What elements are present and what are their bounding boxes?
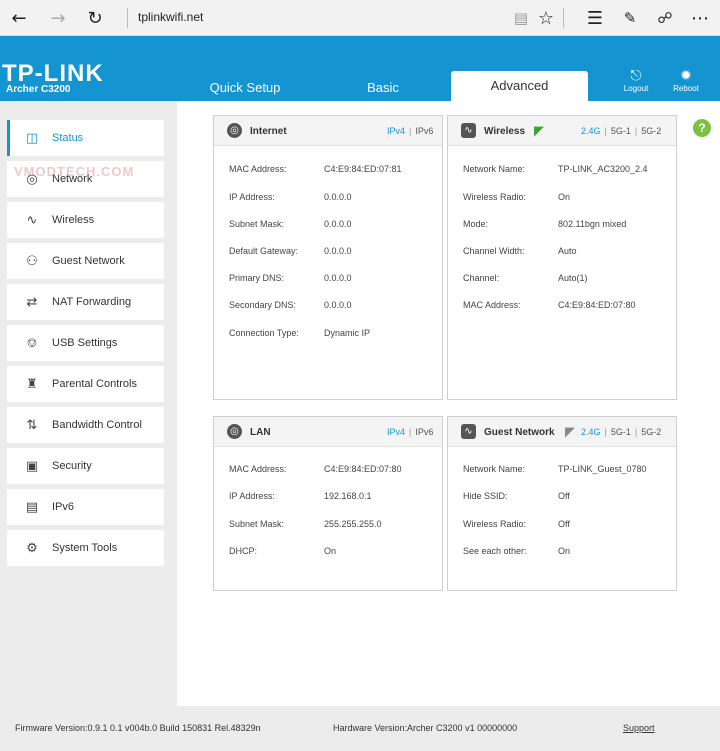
sidebar-item-usb-settings[interactable]: ⎊ USB Settings xyxy=(7,325,164,361)
guest-5g2-tab[interactable]: 5G-2 xyxy=(641,427,661,437)
toolbar-divider xyxy=(127,8,128,28)
sidebar-item-label: Wireless xyxy=(52,214,95,226)
wireless-5g2-tab[interactable]: 5G-2 xyxy=(641,126,661,136)
sidebar-item-guest-network[interactable]: ⚇ Guest Network xyxy=(7,243,164,279)
guest-network-panel: ∿ Guest Network ◤ 2.4G | 5G-1 | 5G-2 Network… xyxy=(447,416,677,591)
reboot-button[interactable]: ✹ Reboot xyxy=(666,68,706,93)
reboot-label: Reboot xyxy=(673,84,699,93)
refresh-icon[interactable]: ↻ xyxy=(84,7,106,29)
sidebar-item-wireless[interactable]: ∿ Wireless xyxy=(7,202,164,238)
guest-network-icon: ∿ xyxy=(461,424,476,439)
share-icon[interactable]: ☍ xyxy=(654,7,676,29)
usb-icon: ⎊ xyxy=(26,335,38,351)
sidebar-item-status[interactable]: ◫ Status xyxy=(7,120,164,156)
internet-ipv4-tab[interactable]: IPv4 xyxy=(387,126,405,136)
parental-icon: ♜ xyxy=(26,376,38,392)
lan-panel: ◎ LAN IPv4 | IPv6 MAC Address: C4:E9:84:ED:… xyxy=(213,416,443,591)
web-note-icon[interactable]: ✎ xyxy=(619,7,641,29)
sidebar-item-nat-forwarding[interactable]: ⇄ NAT Forwarding xyxy=(7,284,164,320)
lan-ipv6-tab[interactable]: IPv6 xyxy=(415,427,433,437)
reading-view-icon[interactable]: ▤ xyxy=(510,7,532,29)
internet-panel-header: ◎ Internet IPv4 | IPv6 xyxy=(214,116,442,146)
reboot-icon: ✹ xyxy=(680,68,692,84)
watermark: VMODTECH.COM xyxy=(14,164,135,179)
toolbar-divider xyxy=(563,8,564,28)
logout-icon: ⎋ xyxy=(630,68,642,84)
hardware-version: Hardware Version:Archer C3200 v1 0000000… xyxy=(333,723,518,733)
more-icon[interactable]: ⋯ xyxy=(689,7,711,29)
tab-quick-setup[interactable]: Quick Setup xyxy=(190,80,300,101)
lan-ipv4-tab[interactable]: IPv4 xyxy=(387,427,405,437)
nat-icon: ⇄ xyxy=(26,294,38,310)
wireless-icon: ∿ xyxy=(461,123,476,138)
help-icon[interactable]: ? xyxy=(693,119,711,137)
wifi-signal-icon: ◤ xyxy=(534,124,544,139)
sidebar-item-parental-controls[interactable]: ♜ Parental Controls xyxy=(7,366,164,402)
favorite-star-icon[interactable]: ☆ xyxy=(535,7,557,29)
sidebar-item-label: USB Settings xyxy=(52,337,118,349)
lan-globe-icon: ◎ xyxy=(227,424,242,439)
internet-panel: ◎ Internet IPv4 | IPv6 MAC Address: C4:E9:8… xyxy=(213,115,443,400)
sidebar-item-system-tools[interactable]: ⚙ System Tools xyxy=(7,530,164,566)
sidebar-item-label: Status xyxy=(52,132,84,144)
sidebar-item-ipv6[interactable]: ▤ IPv6 xyxy=(7,489,164,525)
guest-5g1-tab[interactable]: 5G-1 xyxy=(611,427,631,437)
globe-icon: ◎ xyxy=(227,123,242,138)
logout-button[interactable]: ⎋ Logout xyxy=(616,68,656,93)
guest-title: Guest Network xyxy=(484,427,555,438)
status-icon: ◫ xyxy=(25,130,39,146)
wireless-panel-header: ∿ Wireless ◤ 2.4G | 5G-1 | 5G-2 xyxy=(448,116,676,146)
sidebar-item-label: Guest Network xyxy=(52,255,125,267)
support-link[interactable]: Support xyxy=(623,723,655,733)
logout-label: Logout xyxy=(623,84,649,93)
sidebar-item-label: Security xyxy=(52,460,92,472)
firmware-version: Firmware Version:0.9.1 0.1 v004b.0 Build… xyxy=(15,723,261,733)
internet-ipv6-tab[interactable]: IPv6 xyxy=(415,126,433,136)
sidebar-item-label: NAT Forwarding xyxy=(52,296,132,308)
forward-arrow-icon[interactable]: → xyxy=(47,7,69,29)
bandwidth-icon: ⇅ xyxy=(26,417,38,433)
wireless-5g1-tab[interactable]: 5G-1 xyxy=(611,126,631,136)
wireless-panel: ∿ Wireless ◤ 2.4G | 5G-1 | 5G-2 Network Name… xyxy=(447,115,677,400)
sidebar-item-label: Parental Controls xyxy=(52,378,137,390)
sidebar-item-label: IPv6 xyxy=(52,501,75,513)
address-bar[interactable]: tplinkwifi.net xyxy=(138,10,203,24)
gear-icon: ⚙ xyxy=(26,540,38,556)
model-name: Archer C3200 xyxy=(6,84,71,95)
wireless-2g-tab[interactable]: 2.4G xyxy=(581,126,601,136)
sidebar-item-label: System Tools xyxy=(52,542,118,554)
internet-title: Internet xyxy=(250,126,287,137)
tab-advanced[interactable]: Advanced xyxy=(451,71,588,101)
lock-icon: ▣ xyxy=(25,458,39,474)
tab-basic[interactable]: Basic xyxy=(328,80,438,101)
ipv6-icon: ▤ xyxy=(25,499,39,515)
wifi-signal-icon: ◤ xyxy=(565,425,575,440)
sidebar-item-bandwidth-control[interactable]: ⇅ Bandwidth Control xyxy=(7,407,164,443)
guest-2g-tab[interactable]: 2.4G xyxy=(581,427,601,437)
sidebar-item-label: Bandwidth Control xyxy=(52,419,142,431)
lan-title: LAN xyxy=(250,427,271,438)
wireless-icon: ∿ xyxy=(26,212,38,228)
guest-panel-header: ∿ Guest Network ◤ 2.4G | 5G-1 | 5G-2 xyxy=(448,417,676,447)
hub-icon[interactable]: ☰ xyxy=(584,7,606,29)
back-arrow-icon[interactable]: ← xyxy=(8,7,30,29)
browser-toolbar: ← → ↻ tplinkwifi.net ▤ ☆ ☰ ✎ ☍ ⋯ xyxy=(0,0,720,36)
footer: Firmware Version:0.9.1 0.1 v004b.0 Build… xyxy=(0,706,720,751)
guest-icon: ⚇ xyxy=(26,253,38,269)
lan-panel-header: ◎ LAN IPv4 | IPv6 xyxy=(214,417,442,447)
wireless-title: Wireless xyxy=(484,126,526,137)
brand-logo: TP-LINK xyxy=(2,60,104,87)
sidebar-item-security[interactable]: ▣ Security xyxy=(7,448,164,484)
